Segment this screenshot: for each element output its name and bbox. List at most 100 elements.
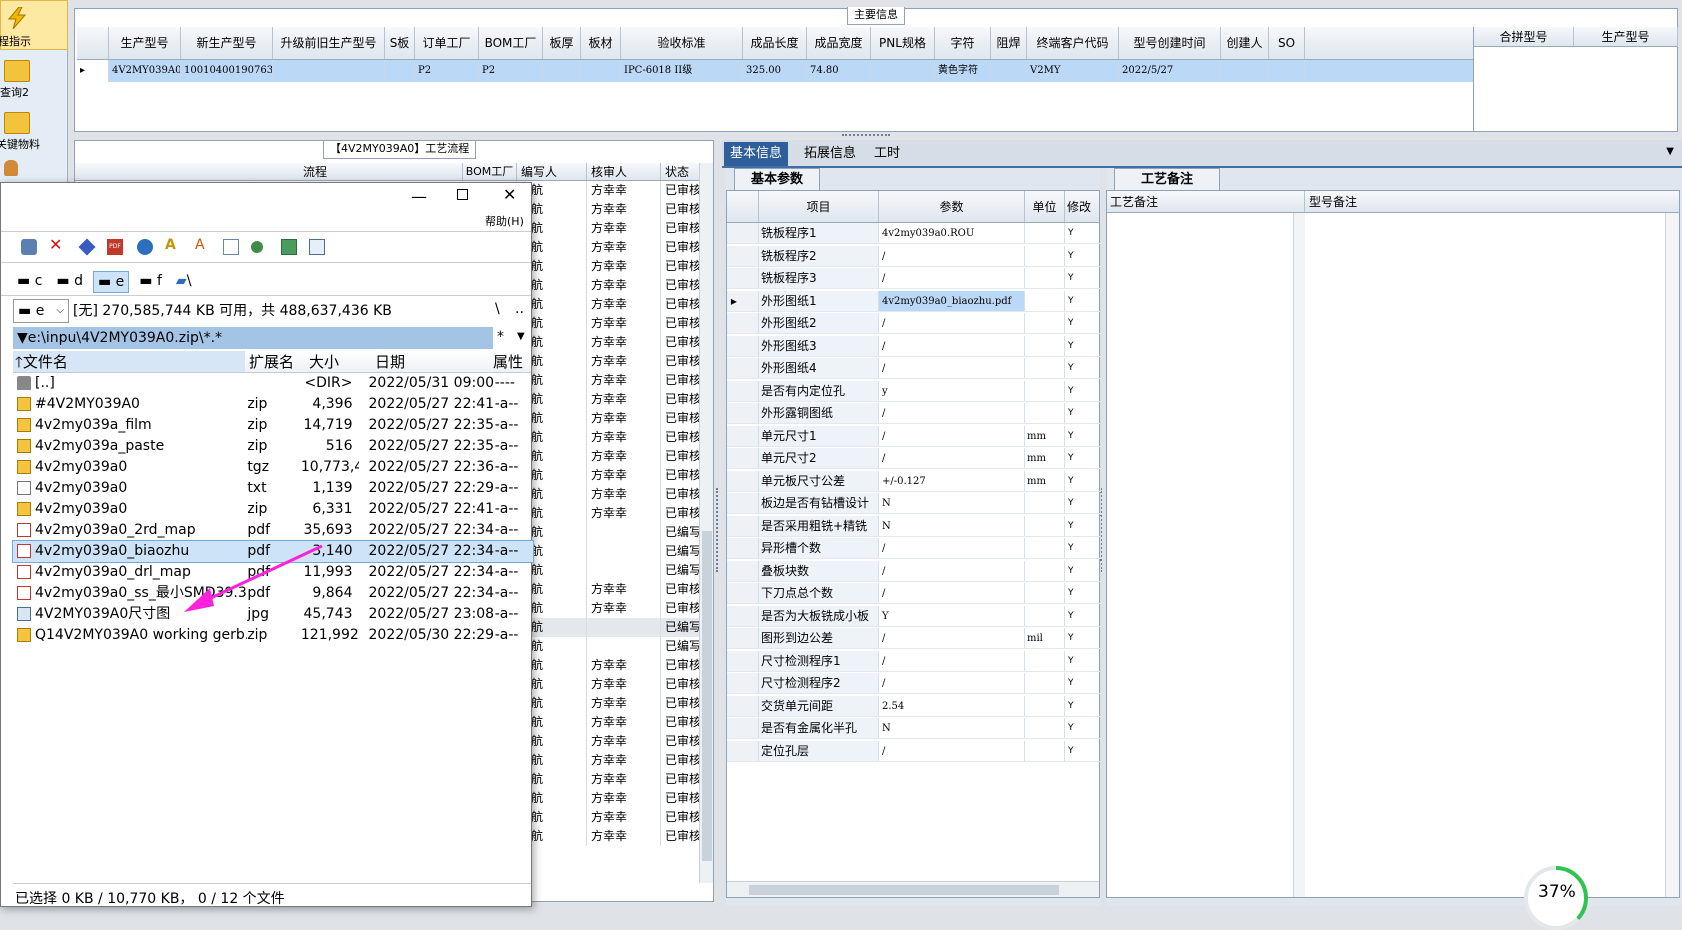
col-header[interactable]: 型号备注 <box>1305 191 1675 212</box>
scroll-thumb[interactable] <box>702 531 712 861</box>
splitter-grip[interactable] <box>716 488 720 572</box>
param-row[interactable]: 尺寸检测程序1 / Y <box>727 650 1101 672</box>
subtab-process-notes[interactable]: 工艺备注 <box>1114 168 1221 190</box>
param-value-cell[interactable]: / <box>879 358 1025 378</box>
param-value-cell[interactable]: / <box>879 335 1025 356</box>
col-header[interactable]: 板厚 <box>543 27 581 59</box>
row-selector[interactable] <box>727 403 759 423</box>
param-unit-cell[interactable]: mm <box>1025 470 1065 491</box>
file-row[interactable]: [..] <DIR> 2022/05/31 09:00 ---- <box>13 373 533 394</box>
tab-work-hours[interactable]: 工时 <box>868 142 906 166</box>
row-selector[interactable] <box>727 425 759 446</box>
tab-extended-info[interactable]: 拓展信息 <box>798 142 862 166</box>
row-selector[interactable] <box>727 470 759 491</box>
scroll-thumb[interactable] <box>749 885 1059 895</box>
param-row[interactable]: 下刀点总个数 / Y <box>727 583 1101 604</box>
reviewer-cell[interactable]: 方幸幸 <box>587 694 661 713</box>
status-cell[interactable]: 已编写 <box>661 561 699 580</box>
drive-e-button[interactable]: ▬ e <box>92 271 130 293</box>
param-mod-cell[interactable]: Y <box>1065 313 1101 333</box>
status-cell[interactable]: 已审核 <box>661 447 699 466</box>
status-cell[interactable]: 已审核 <box>661 238 699 257</box>
reviewer-cell[interactable]: 方幸幸 <box>587 808 661 827</box>
cell[interactable] <box>543 60 581 82</box>
drive-c-button[interactable]: ▬ c <box>13 271 46 293</box>
param-value-cell[interactable]: 2.54 <box>879 695 1025 716</box>
param-value-cell[interactable]: +/-0.127 <box>879 470 1025 491</box>
file-row[interactable]: Q14V2MY039A0 working gerb.. zip 121,992 … <box>13 625 533 646</box>
notes-scrollbar[interactable] <box>1293 213 1305 897</box>
param-unit-cell[interactable] <box>1025 740 1065 761</box>
param-row[interactable]: 外形图纸4 / Y <box>727 358 1101 379</box>
param-unit-cell[interactable] <box>1025 583 1065 603</box>
col-header[interactable]: BOM工厂 <box>463 163 517 180</box>
reviewer-cell[interactable]: 方幸幸 <box>587 409 661 428</box>
param-value-cell[interactable]: / <box>879 560 1025 581</box>
param-row[interactable]: 外形图纸3 / Y <box>727 335 1101 357</box>
param-unit-cell[interactable] <box>1025 245 1065 266</box>
status-cell[interactable]: 已审核 <box>661 466 699 485</box>
reviewer-cell[interactable]: 方幸幸 <box>587 675 661 694</box>
col-header[interactable]: 终端客户代码 <box>1027 27 1119 59</box>
settings-icon[interactable] <box>309 239 325 255</box>
status-cell[interactable]: 已审核 <box>661 428 699 447</box>
reviewer-cell[interactable]: 方幸幸 <box>587 599 661 618</box>
param-row[interactable]: 铣板程序3 / Y <box>727 268 1101 289</box>
param-unit-cell[interactable] <box>1025 515 1065 536</box>
param-unit-cell[interactable] <box>1025 380 1065 401</box>
col-header[interactable]: 生产型号 <box>109 27 181 59</box>
param-mod-cell[interactable]: Y <box>1065 718 1101 738</box>
reviewer-cell[interactable] <box>587 637 661 656</box>
basic-hscrollbar[interactable] <box>727 881 1099 897</box>
param-row[interactable]: 是否有金属化半孔 N Y <box>727 718 1101 739</box>
status-cell[interactable]: 已编写 <box>661 523 699 542</box>
reviewer-cell[interactable]: 方幸幸 <box>587 314 661 333</box>
sidebar-item-process-guide[interactable]: 流程指示 <box>0 0 68 50</box>
param-value-cell[interactable]: N <box>879 718 1025 738</box>
param-mod-cell[interactable]: Y <box>1065 290 1101 311</box>
row-selector[interactable] <box>727 605 759 626</box>
row-selector[interactable] <box>727 695 759 716</box>
col-header[interactable]: S板 <box>385 27 415 59</box>
status-cell[interactable]: 已审核 <box>661 371 699 390</box>
param-row[interactable]: 是否有内定位孔 y Y <box>727 380 1101 402</box>
col-header[interactable]: 新生产型号 <box>181 27 273 59</box>
row-selector[interactable] <box>727 223 759 243</box>
col-header[interactable]: 流程 <box>301 163 463 180</box>
row-selector[interactable] <box>727 628 759 648</box>
sidebar-item-query2[interactable]: 查询2 <box>0 54 68 104</box>
reviewer-cell[interactable] <box>587 523 661 542</box>
col-header[interactable]: 成品宽度 <box>807 27 871 59</box>
col-header[interactable]: 创建人 <box>1221 27 1269 59</box>
row-selector[interactable] <box>727 583 759 603</box>
param-unit-cell[interactable] <box>1025 673 1065 693</box>
param-value-cell[interactable]: 4v2my039a0_biaozhu.pdf <box>879 290 1025 311</box>
param-row[interactable]: 单元板尺寸公差 +/-0.127 mm Y <box>727 470 1101 492</box>
cell[interactable] <box>1269 60 1305 82</box>
param-mod-cell[interactable]: Y <box>1065 358 1101 378</box>
reviewer-cell[interactable]: 方幸幸 <box>587 789 661 808</box>
param-mod-cell[interactable]: Y <box>1065 268 1101 288</box>
param-unit-cell[interactable] <box>1025 493 1065 513</box>
view-icon[interactable] <box>223 239 239 255</box>
status-cell[interactable]: 已审核 <box>661 200 699 219</box>
param-unit-cell[interactable] <box>1025 718 1065 738</box>
param-value-cell[interactable]: / <box>879 403 1025 423</box>
col-header[interactable]: 日期 <box>365 351 489 372</box>
cell[interactable]: 黄色字符 <box>935 60 991 82</box>
param-row[interactable]: 铣板程序2 / Y <box>727 245 1101 267</box>
col-header[interactable]: 属性 <box>489 351 531 372</box>
row-selector[interactable] <box>727 538 759 558</box>
row-selector[interactable] <box>727 335 759 356</box>
status-cell[interactable]: 已审核 <box>661 314 699 333</box>
param-mod-cell[interactable]: Y <box>1065 403 1101 423</box>
row-selector[interactable] <box>727 718 759 738</box>
col-header[interactable]: 参数 <box>879 191 1025 222</box>
status-cell[interactable]: 已编写 <box>661 542 699 561</box>
refresh-icon[interactable] <box>137 239 153 255</box>
param-mod-cell[interactable]: Y <box>1065 538 1101 558</box>
status-cell[interactable]: 已审核 <box>661 789 699 808</box>
status-cell[interactable]: 已审核 <box>661 732 699 751</box>
param-value-cell[interactable]: Y <box>879 605 1025 626</box>
param-mod-cell[interactable]: Y <box>1065 650 1101 671</box>
